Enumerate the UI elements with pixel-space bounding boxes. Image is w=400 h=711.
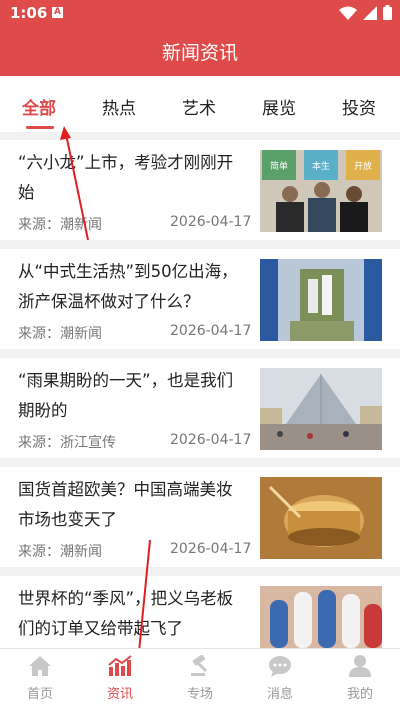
app-bar: 新闻资讯 [0, 26, 400, 76]
sim-icon: A [52, 7, 63, 18]
status-icons [339, 5, 392, 20]
wifi-icon [339, 6, 357, 20]
article-title: “六小龙”上市，考验才刚刚开始 [18, 153, 234, 202]
bottom-nav: 首页 资讯 专场 消息 我的 [0, 648, 400, 711]
article-date: 2026-04-17 [170, 214, 252, 230]
tab-investment[interactable]: 投资 [342, 94, 376, 119]
list-item[interactable]: 从“中式生活热”到50亿出海，浙产保温杯做对了什么？ 来源：潮新闻 2026-0… [0, 249, 400, 349]
article-source: 来源：潮新闻 [18, 326, 102, 342]
category-tabs: 全部 热点 艺术 展览 投资 [0, 76, 400, 132]
chat-icon [269, 656, 291, 677]
nav-label: 消息 [266, 687, 293, 702]
status-bar: 1:06 A [0, 0, 400, 26]
article-date: 2026-04-17 [170, 432, 252, 448]
thumb-sign-1: 简单 [270, 160, 288, 172]
nav-messages[interactable]: 消息 [245, 655, 315, 702]
tab-hot[interactable]: 热点 [102, 94, 136, 119]
article-thumbnail [260, 477, 382, 559]
thumb-sign-3: 开放 [354, 160, 372, 172]
nav-label: 专场 [186, 687, 213, 702]
page-title: 新闻资讯 [161, 42, 238, 64]
list-item[interactable]: “雨果期盼的一天”，也是我们期盼的 来源：浙江宣传 2026-04-17 [0, 358, 400, 458]
nav-label: 我的 [346, 687, 373, 702]
article-title: 从“中式生活热”到50亿出海，浙产保温杯做对了什么？ [18, 262, 238, 311]
nav-label: 首页 [26, 687, 53, 702]
article-date: 2026-04-17 [170, 541, 252, 557]
article-source: 来源：浙江宣传 [18, 435, 116, 451]
list-item[interactable]: “六小龙”上市，考验才刚刚开始 来源：潮新闻 2026-04-17 简单 本生 … [0, 140, 400, 240]
tab-underline [26, 126, 54, 129]
signal-icon [363, 5, 377, 20]
article-thumbnail [260, 586, 382, 648]
nav-label: 资讯 [106, 687, 133, 702]
nav-profile[interactable]: 我的 [325, 655, 395, 702]
list-item[interactable]: 世界杯的“季风”，把义乌老板们的订单又给带起飞了 [0, 576, 400, 648]
article-source: 来源：潮新闻 [18, 217, 102, 233]
home-icon [29, 656, 51, 676]
thumb-sign-2: 本生 [312, 160, 330, 172]
battery-icon [383, 5, 392, 20]
article-title: 世界杯的“季风”，把义乌老板们的订单又给带起飞了 [18, 589, 234, 638]
tab-art[interactable]: 艺术 [182, 94, 216, 119]
nav-news[interactable]: 资讯 [85, 655, 155, 702]
article-title: “雨果期盼的一天”，也是我们期盼的 [18, 371, 234, 420]
article-thumbnail [260, 368, 382, 450]
user-icon [349, 655, 371, 677]
status-time: 1:06 [10, 4, 48, 22]
article-date: 2026-04-17 [170, 323, 252, 339]
article-thumbnail: 简单 本生 开放 [260, 150, 382, 232]
tab-all[interactable]: 全部 [22, 94, 56, 119]
chart-icon [108, 655, 132, 676]
article-thumbnail [260, 259, 382, 341]
tab-exhibition[interactable]: 展览 [262, 94, 296, 119]
article-title: 国货首超欧美？中国高端美妆市场也变天了 [18, 480, 233, 529]
list-item[interactable]: 国货首超欧美？中国高端美妆市场也变天了 来源：潮新闻 2026-04-17 [0, 467, 400, 567]
gavel-icon [191, 654, 208, 676]
nav-home[interactable]: 首页 [5, 655, 75, 702]
article-source: 来源：潮新闻 [18, 544, 102, 560]
nav-special[interactable]: 专场 [165, 654, 235, 702]
